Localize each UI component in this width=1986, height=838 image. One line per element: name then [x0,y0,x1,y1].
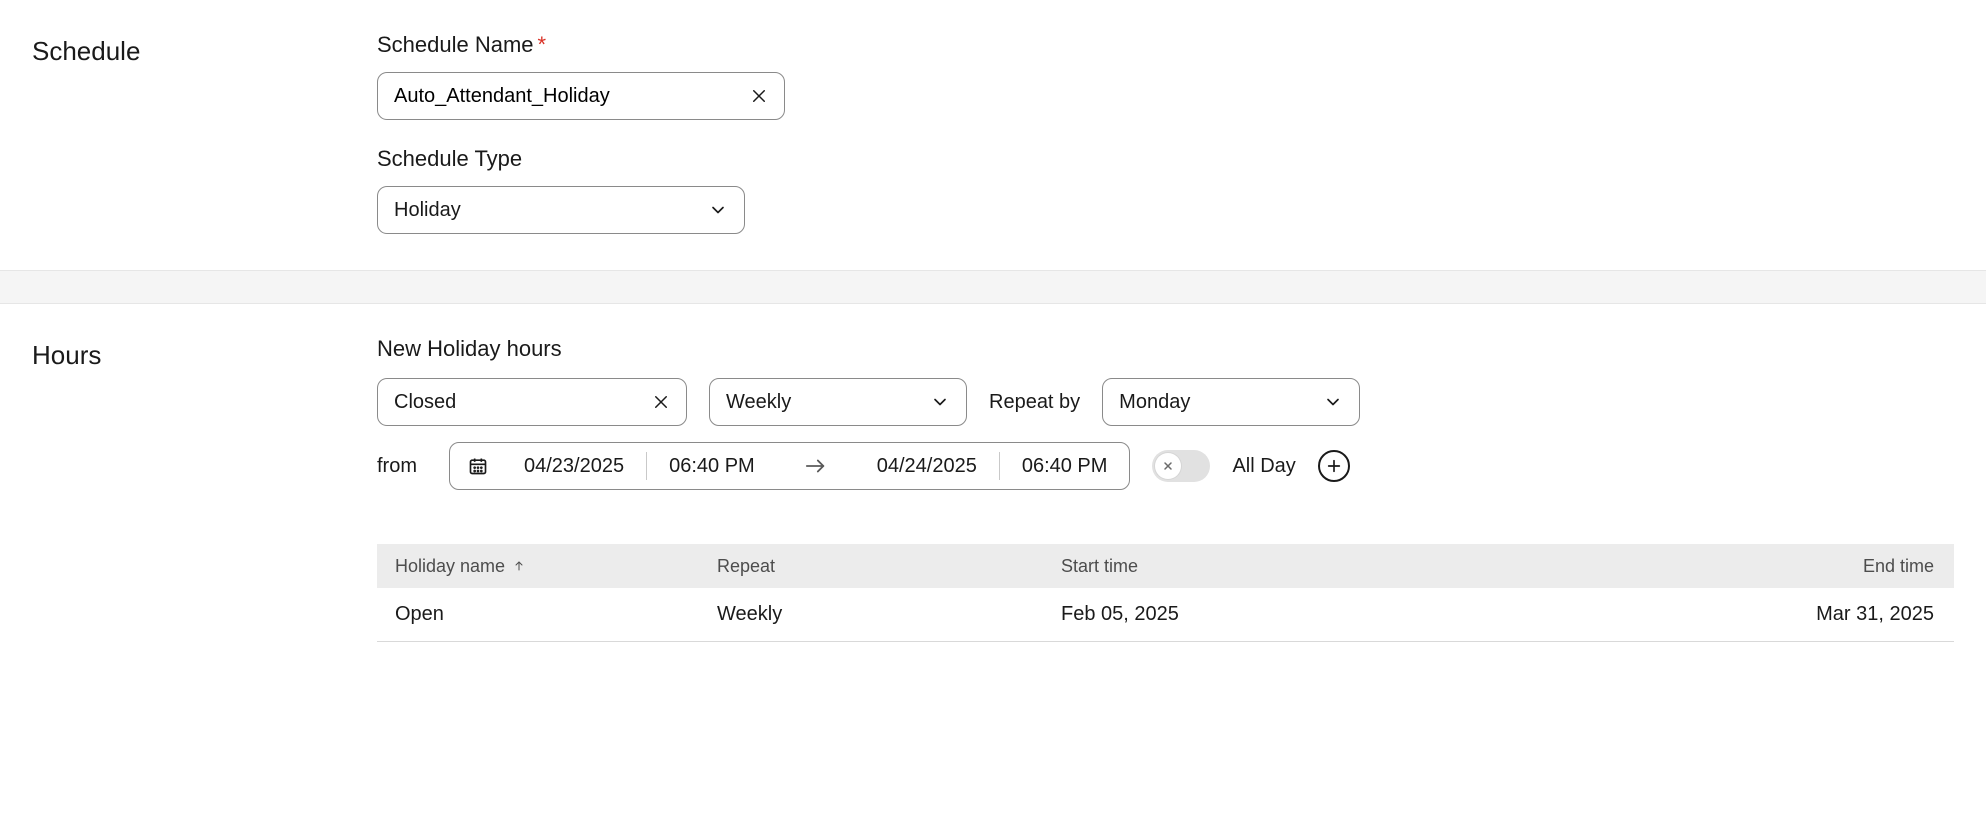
sort-asc-icon [513,560,525,572]
end-date[interactable]: 04/24/2025 [855,443,999,489]
hours-section-label: Hours [32,336,377,642]
schedule-name-input-wrap[interactable] [377,72,785,120]
clear-status-button[interactable] [652,393,670,411]
range-arrow [777,443,855,489]
schedule-body: Schedule Name* Schedule Type Holiday [377,32,1954,234]
schedule-type-value: Holiday [394,199,461,222]
schedule-type-chevron [708,200,728,220]
repeat-day-select[interactable]: Monday [1102,378,1360,426]
required-asterisk: * [538,32,547,57]
all-day-toggle[interactable] [1152,450,1210,482]
calendar-icon [468,456,488,476]
frequency-chevron [930,392,950,412]
chevron-down-icon [708,200,728,220]
toggle-knob [1155,453,1181,479]
hours-subheading: New Holiday hours [377,336,1954,362]
schedule-type-select[interactable]: Holiday [377,186,745,234]
repeat-by-label: Repeat by [989,391,1080,414]
schedule-name-input[interactable] [394,85,750,108]
repeat-day-value: Monday [1119,391,1190,414]
x-icon [652,393,670,411]
col-holiday-name[interactable]: Holiday name [377,556,717,577]
section-divider [0,270,1986,304]
cell-name: Open [377,603,717,626]
add-hours-button[interactable] [1318,450,1350,482]
col-holiday-name-text: Holiday name [395,556,505,577]
from-label: from [377,455,417,478]
start-time[interactable]: 06:40 PM [647,443,777,489]
frequency-value: Weekly [726,391,791,414]
frequency-select[interactable]: Weekly [709,378,967,426]
status-select[interactable]: Closed [377,378,687,426]
col-repeat[interactable]: Repeat [717,556,1061,577]
schedule-name-label-text: Schedule Name [377,32,534,57]
schedule-type-group: Schedule Type Holiday [377,146,1954,234]
arrow-right-icon [805,459,827,473]
table-header: Holiday name Repeat Start time End time [377,544,1954,588]
hours-row-2: from 04/23/202 [377,442,1954,490]
schedule-name-label: Schedule Name* [377,32,1954,58]
cell-start: Feb 05, 2025 [1061,603,1405,626]
schedule-section: Schedule Schedule Name* Schedule Type Ho… [0,0,1986,270]
col-end-time[interactable]: End time [1405,556,1954,577]
schedule-type-label: Schedule Type [377,146,1954,172]
cell-repeat: Weekly [717,603,1061,626]
repeat-day-chevron [1323,392,1343,412]
schedule-name-group: Schedule Name* [377,32,1954,120]
end-time[interactable]: 06:40 PM [1000,443,1130,489]
plus-icon [1326,458,1342,474]
table-row[interactable]: Open Weekly Feb 05, 2025 Mar 31, 2025 [377,588,1954,642]
x-icon [750,87,768,105]
status-value: Closed [394,391,456,414]
hours-body: New Holiday hours Closed Weekly Repeat b… [377,336,1954,642]
start-date[interactable]: 04/23/2025 [502,443,646,489]
hours-section: Hours New Holiday hours Closed Weekly Re… [0,304,1986,678]
chevron-down-icon [930,392,950,412]
col-start-time[interactable]: Start time [1061,556,1405,577]
clear-name-button[interactable] [750,87,768,105]
holiday-table: Holiday name Repeat Start time End time … [377,544,1954,642]
cell-end: Mar 31, 2025 [1405,603,1954,626]
hours-row-1: Closed Weekly Repeat by Monday [377,378,1954,426]
calendar-button[interactable] [450,443,502,489]
datetime-range[interactable]: 04/23/2025 06:40 PM 04/24/2025 06:40 PM [449,442,1130,490]
all-day-label: All Day [1232,455,1295,478]
schedule-section-label: Schedule [32,32,377,234]
x-icon [1162,460,1174,472]
chevron-down-icon [1323,392,1343,412]
